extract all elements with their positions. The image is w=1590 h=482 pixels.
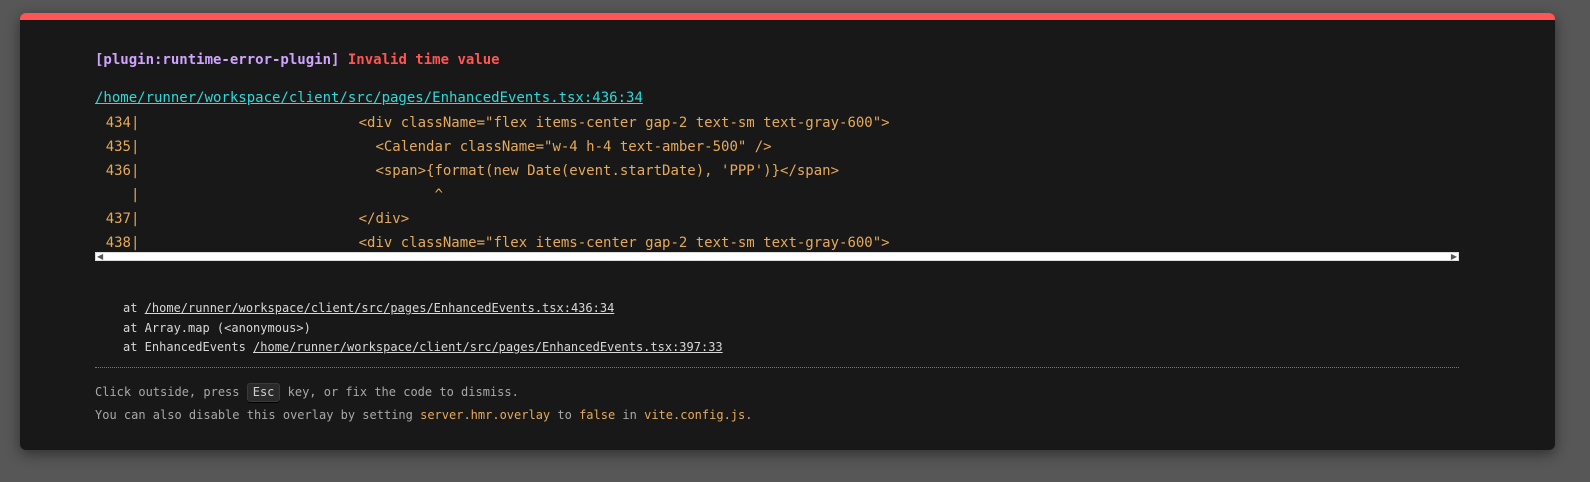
line-number (95, 183, 131, 207)
line-separator: | (131, 187, 140, 203)
error-text: Invalid time value (347, 52, 500, 68)
code-text: <div className="flex items-center gap-2 … (139, 115, 890, 131)
stack-frame: at /home/runner/workspace/client/src/pag… (123, 299, 723, 319)
error-overlay: [plugin:runtime-error-plugin] Invalid ti… (20, 13, 1555, 450)
code-line: 437 | </div> (95, 207, 1459, 231)
setting-name: server.hmr.overlay (420, 408, 551, 422)
line-number: 435 (105, 139, 131, 155)
stack-trace: at /home/runner/workspace/client/src/pag… (123, 299, 723, 358)
stack-frame-prefix: at Array.map (<anonymous>) (123, 320, 311, 335)
line-separator: | (131, 115, 140, 131)
tip-text: You can also disable this overlay by set… (95, 408, 421, 422)
tip-line-2: You can also disable this overlay by set… (95, 404, 752, 427)
setting-value: false (579, 408, 616, 422)
line-separator: | (131, 139, 140, 155)
caret-marker: ^ (139, 187, 443, 203)
code-line: 436 | <span>{format(new Date(event.startD… (95, 159, 1459, 183)
error-message: [plugin:runtime-error-plugin] Invalid ti… (95, 51, 500, 69)
tip-text: Click outside, press (95, 385, 247, 399)
code-line: 434 | <div className="flex items-center g… (95, 111, 1459, 135)
stack-frame-prefix: at EnhancedEvents (123, 340, 254, 354)
config-file: vite.config.js (644, 408, 746, 422)
dismiss-tip: Click outside, press Esc key, or fix the… (95, 381, 752, 427)
code-frame[interactable]: 434 | <div className="flex items-center g… (95, 111, 1459, 261)
line-number: 434 (105, 115, 131, 131)
esc-key: Esc (246, 383, 281, 402)
tip-text: in (615, 408, 645, 422)
code-text: </div> (139, 211, 410, 227)
tip-text: . (745, 408, 753, 422)
stack-frame-link[interactable]: /home/runner/workspace/client/src/pages/… (145, 301, 615, 315)
line-separator: | (131, 211, 140, 227)
code-text: <span>{format(new Date(event.startDate),… (139, 163, 840, 179)
stack-frame-prefix: at (123, 301, 145, 315)
scroll-right-icon[interactable]: ▶ (1451, 250, 1457, 264)
stack-frame-link[interactable]: /home/runner/workspace/client/src/pages/… (253, 340, 723, 354)
tip-text: key, or fix the code to dismiss. (280, 385, 519, 399)
stack-frame: at Array.map (<anonymous>) (123, 319, 723, 339)
stack-frame: at EnhancedEvents /home/runner/workspace… (123, 338, 723, 358)
tip-text: to (550, 408, 580, 422)
file-location-link[interactable]: /home/runner/workspace/client/src/pages/… (95, 89, 643, 107)
line-separator: | (131, 163, 140, 179)
code-line-caret: | ^ (95, 183, 1459, 207)
code-line: 435 | <Calendar className="w-4 h-4 text-a… (95, 135, 1459, 159)
plugin-name: [plugin:runtime-error-plugin] (95, 52, 340, 68)
line-number: 437 (105, 211, 131, 227)
divider (95, 367, 1459, 368)
line-number: 436 (105, 163, 131, 179)
code-text: <Calendar className="w-4 h-4 text-amber-… (139, 139, 772, 155)
tip-line-1: Click outside, press Esc key, or fix the… (95, 381, 752, 404)
scroll-left-icon[interactable]: ◀ (97, 250, 103, 264)
horizontal-scrollbar[interactable]: ◀ ▶ (95, 252, 1459, 261)
